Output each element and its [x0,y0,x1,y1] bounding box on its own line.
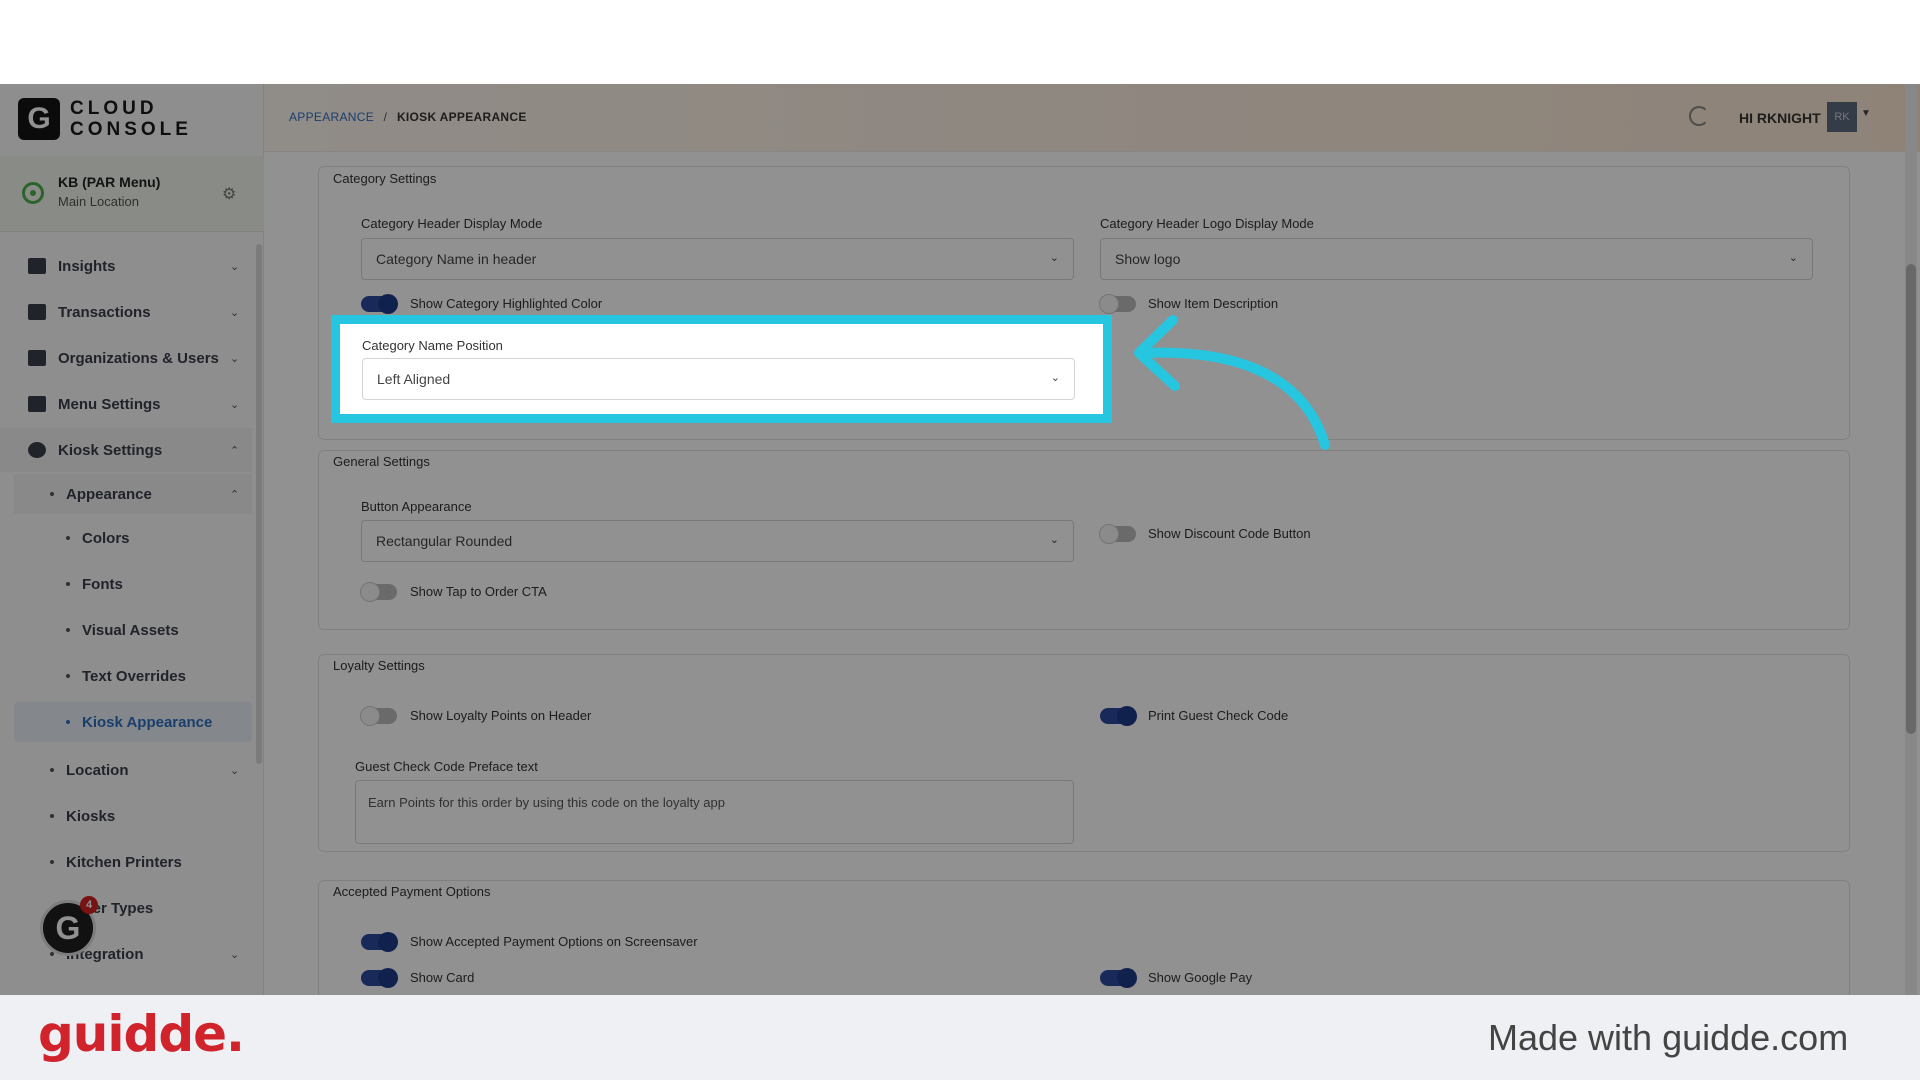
chevron-down-icon: ⌄ [1050,372,1060,384]
guidde-logo[interactable]: guidde. [38,1005,245,1063]
pointer-arrow-icon [1134,315,1330,450]
category-name-position-select[interactable]: Left Aligned ⌄ [362,358,1075,400]
dim-overlay [0,84,1920,995]
made-with-text: Made with guidde.com [1488,1017,1849,1058]
screen: G CLOUD CONSOLE KB (PAR Menu) Main Locat… [0,0,1920,1080]
select-value: Left Aligned [377,371,451,387]
footer-bar: guidde. Made with guidde.com [0,995,1920,1080]
category-name-position-label: Category Name Position [362,338,503,353]
highlight-box: Category Name Position Left Aligned ⌄ [331,315,1112,423]
